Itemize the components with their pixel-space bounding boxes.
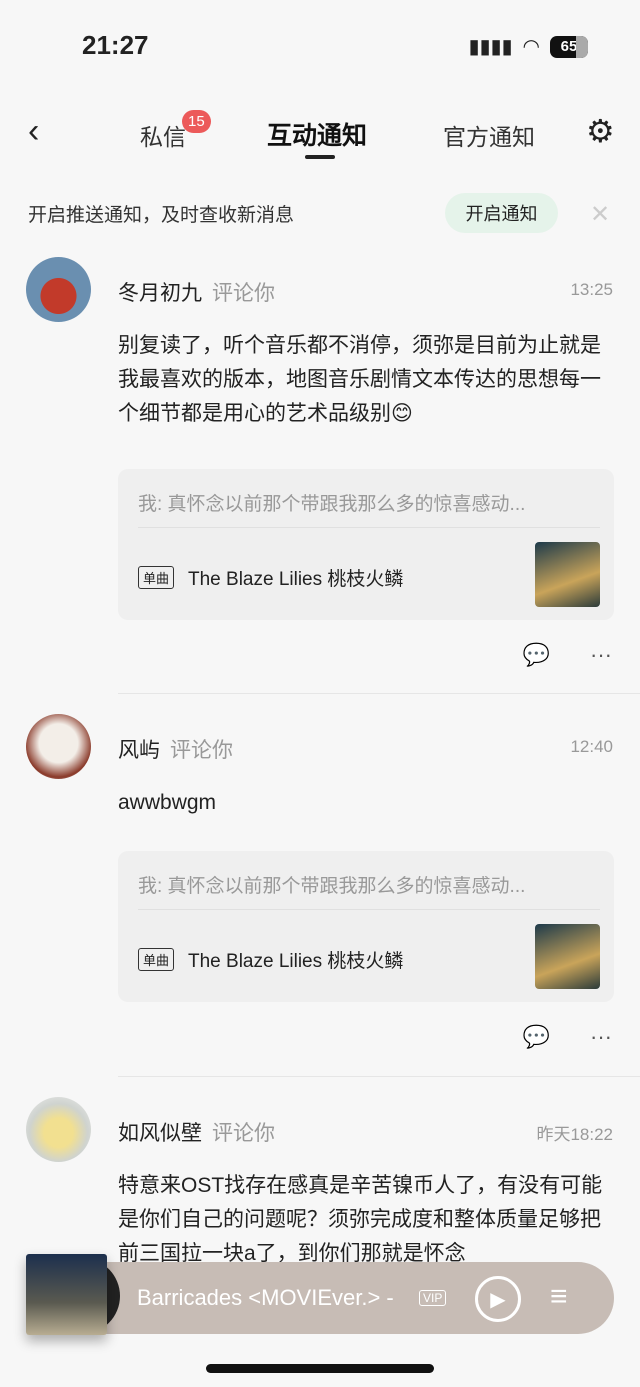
home-indicator	[206, 1364, 434, 1373]
close-icon[interactable]: ✕	[590, 200, 610, 229]
single-tag: 单曲	[138, 948, 175, 971]
enable-notifications-button[interactable]: 开启通知	[445, 193, 558, 233]
play-icon[interactable]: ▶	[475, 1276, 521, 1322]
timestamp: 12:40	[570, 737, 613, 756]
tab-interactions[interactable]: 互动通知	[267, 116, 367, 152]
quoted-comment: 我: 真怀念以前那个带跟我那么多的惊喜感动...	[138, 876, 526, 897]
battery-icon: 65	[550, 35, 588, 58]
timestamp: 昨天18:22	[536, 1125, 613, 1144]
user-name[interactable]: 风屿	[118, 739, 160, 762]
single-tag: 单曲	[138, 566, 175, 589]
quoted-comment: 我: 真怀念以前那个带跟我那么多的惊喜感动...	[138, 494, 526, 515]
reply-icon[interactable]: 💬	[523, 1024, 550, 1050]
user-name[interactable]: 如风似壁	[118, 1122, 202, 1145]
divider	[138, 527, 600, 528]
now-playing-title[interactable]: Barricades <MOVIEver.> -	[137, 1285, 394, 1311]
avatar[interactable]	[26, 714, 91, 779]
divider	[118, 1076, 640, 1077]
comment-text: 特意来OST找存在感真是辛苦镍币人了，有没有可能是你们自己的问题呢？须弥完成度和…	[118, 1174, 603, 1265]
vip-badge: VIP	[419, 1290, 447, 1306]
song-title: The Blaze Lilies 桃枝火鳞	[188, 569, 404, 590]
action-text: 评论你	[170, 739, 233, 762]
back-icon[interactable]: ‹	[28, 112, 39, 151]
more-icon[interactable]: ···	[590, 642, 612, 668]
status-icons: ▮▮▮▮ ◠ 65	[469, 34, 588, 59]
playlist-icon[interactable]: ≡	[550, 1280, 568, 1314]
active-tab-indicator	[305, 155, 335, 159]
avatar[interactable]	[26, 1097, 91, 1162]
tab-messages[interactable]: 私信	[140, 118, 186, 152]
avatar[interactable]	[26, 257, 91, 322]
more-icon[interactable]: ···	[590, 1024, 612, 1050]
action-text: 评论你	[212, 1122, 275, 1145]
divider	[138, 909, 600, 910]
tab-official[interactable]: 官方通知	[443, 118, 535, 152]
action-text: 评论你	[212, 282, 275, 305]
user-name[interactable]: 冬月初九	[118, 282, 202, 305]
comment-text: awwbwgm	[118, 791, 217, 814]
comment-text: 别复读了，听个音乐都不消停，须弥是目前为止就是我最喜欢的版本，地图音乐剧情文本传…	[118, 334, 601, 425]
timestamp: 13:25	[570, 280, 613, 299]
unread-badge: 15	[182, 110, 211, 133]
album-cover	[535, 924, 600, 989]
wifi-icon: ◠	[522, 36, 540, 58]
album-cover	[535, 542, 600, 607]
gear-icon[interactable]: ⚙	[586, 112, 615, 150]
quote-card[interactable]: 我: 真怀念以前那个带跟我那么多的惊喜感动... 单曲 The Blaze Li…	[118, 469, 614, 620]
divider	[118, 693, 640, 694]
status-time: 21:27	[82, 30, 149, 60]
push-notice-text: 开启推送通知，及时查收新消息	[28, 205, 295, 226]
song-title: The Blaze Lilies 桃枝火鳞	[188, 951, 404, 972]
reply-icon[interactable]: 💬	[523, 642, 550, 668]
now-playing-cover[interactable]	[26, 1254, 107, 1335]
signal-icon: ▮▮▮▮	[468, 36, 513, 58]
quote-card[interactable]: 我: 真怀念以前那个带跟我那么多的惊喜感动... 单曲 The Blaze Li…	[118, 851, 614, 1002]
